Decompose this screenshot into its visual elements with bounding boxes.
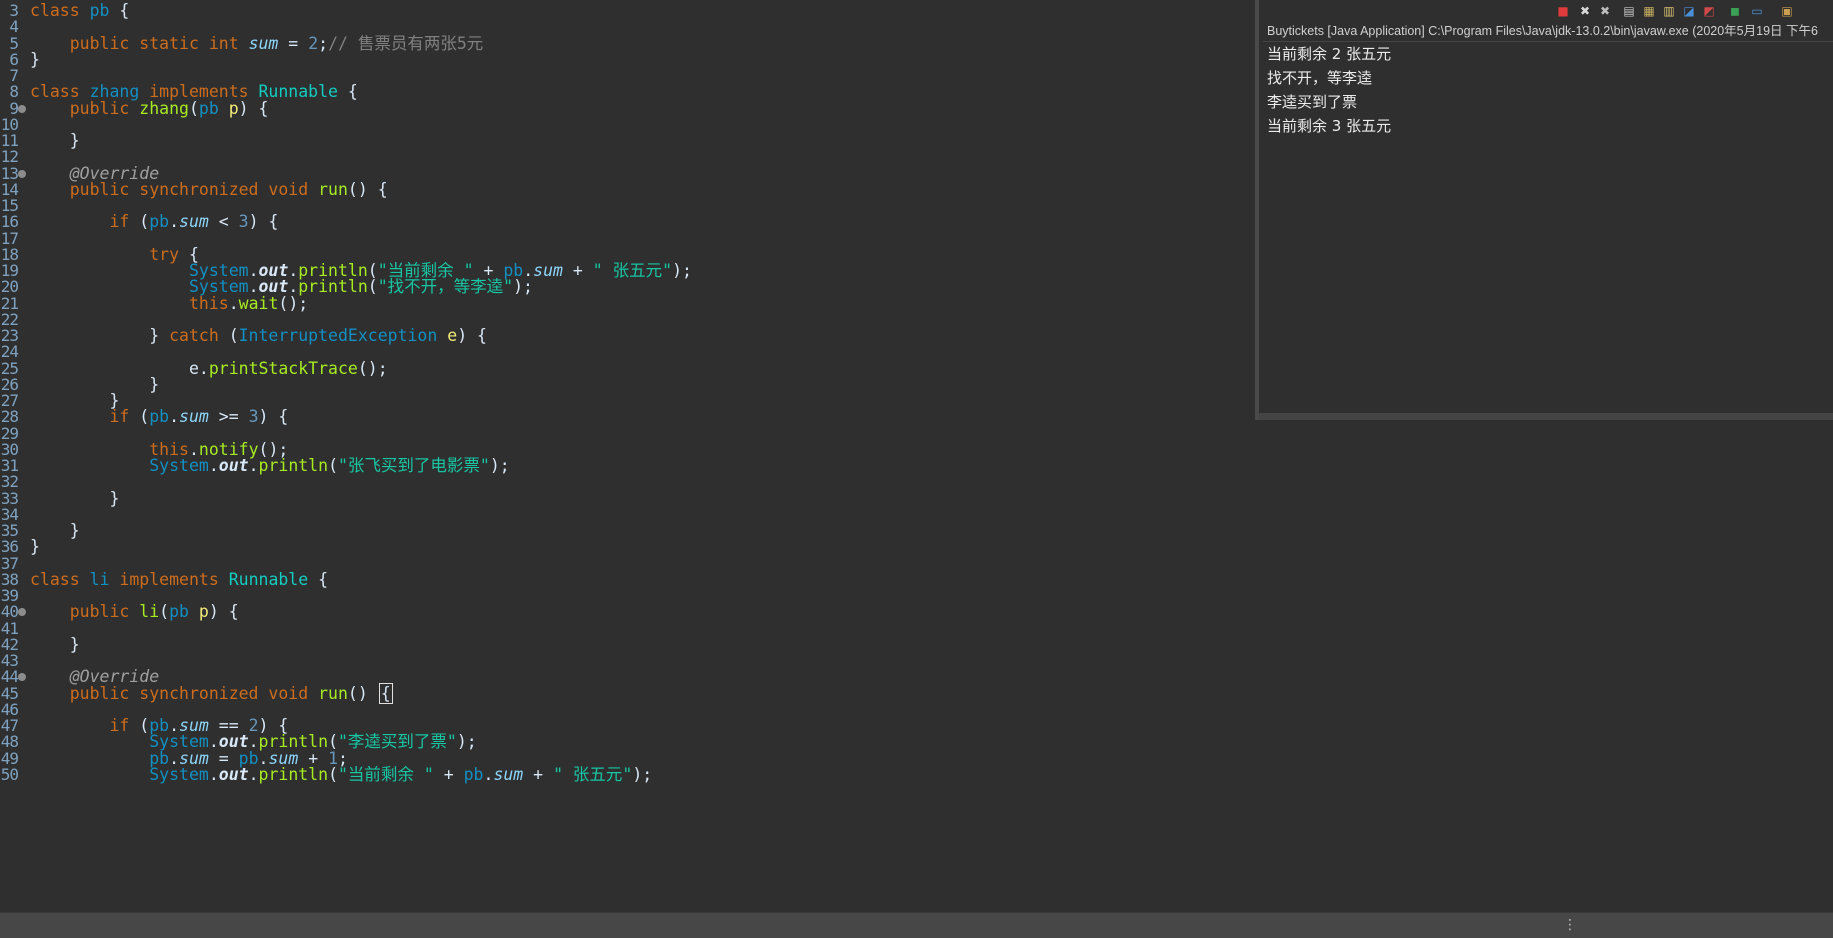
status-grip-icon[interactable]: ⋮ [1563,917,1577,933]
console-output-line: 当前剩余 3 张五元 [1267,117,1392,135]
code-token: " 张五元" [553,764,633,784]
code-line[interactable]: 50 System.out.println("当前剩余 " + pb.sum +… [0,765,1255,784]
remove-launch-icon[interactable]: ✖ [1577,3,1593,19]
status-bar: ⋮ [0,912,1833,938]
code-token: out [218,764,249,784]
show-stderr-icon[interactable]: ◩ [1701,3,1717,19]
console-toolbar: ■ ✖ ✖ ▤ ▦ ▥ ◪ ◩ ◼ ▭ ▣ [1263,0,1833,22]
code-token: println [258,764,329,784]
code-token: "当前剩余 " [338,764,434,784]
code-token: . [208,764,219,784]
pin-console-icon[interactable]: ◪ [1681,3,1697,19]
display-console-icon[interactable]: ▭ [1749,3,1765,19]
remove-all-icon[interactable]: ✖ [1597,3,1613,19]
code-editor[interactable]: 3 class pb {4 5 public static int sum = 2;… [0,0,1255,912]
word-wrap-icon[interactable]: ▦ [1641,3,1657,19]
console-scrollbar[interactable] [1259,413,1833,420]
code-token: sum [493,764,524,784]
code-token: . [248,764,259,784]
override-marker-icon[interactable] [18,169,26,178]
code-token: ( [328,764,338,784]
open-console-icon[interactable]: ◼ [1727,3,1743,19]
line-number: 50 [0,764,19,784]
code-token: + [523,764,554,784]
scroll-lock-icon[interactable]: ▤ [1621,3,1637,19]
console-view: ■ ✖ ✖ ▤ ▦ ▥ ◪ ◩ ◼ ▭ ▣ Buytickets [Java Application… [1255,0,1833,420]
console-output-line: 找不开，等李逵 [1267,69,1373,87]
console-launch-title: Buytickets [Java Application] C:\Program… [1267,24,1818,38]
override-marker-icon[interactable] [18,673,26,682]
code-token: pb [463,764,484,784]
code-text: System.out.println("当前剩余 " + pb.sum + " … [30,765,652,784]
override-marker-icon[interactable] [18,608,26,617]
code-token: System [149,764,209,784]
console-output[interactable]: 当前剩余 2 张五元 找不开，等李逵 李逵买到了票当前剩余 3 张五元 [1263,41,1833,414]
new-console-icon[interactable]: ▣ [1779,3,1795,19]
code-token: ); [632,764,653,784]
override-marker-icon[interactable] [18,104,26,113]
code-token: . [483,764,494,784]
show-stdout-icon[interactable]: ▥ [1661,3,1677,19]
console-output-line: 李逵买到了票 [1267,93,1358,111]
code-token: + [433,764,464,784]
terminate-icon[interactable]: ■ [1555,3,1571,19]
console-output-line: 当前剩余 2 张五元 [1267,45,1392,63]
